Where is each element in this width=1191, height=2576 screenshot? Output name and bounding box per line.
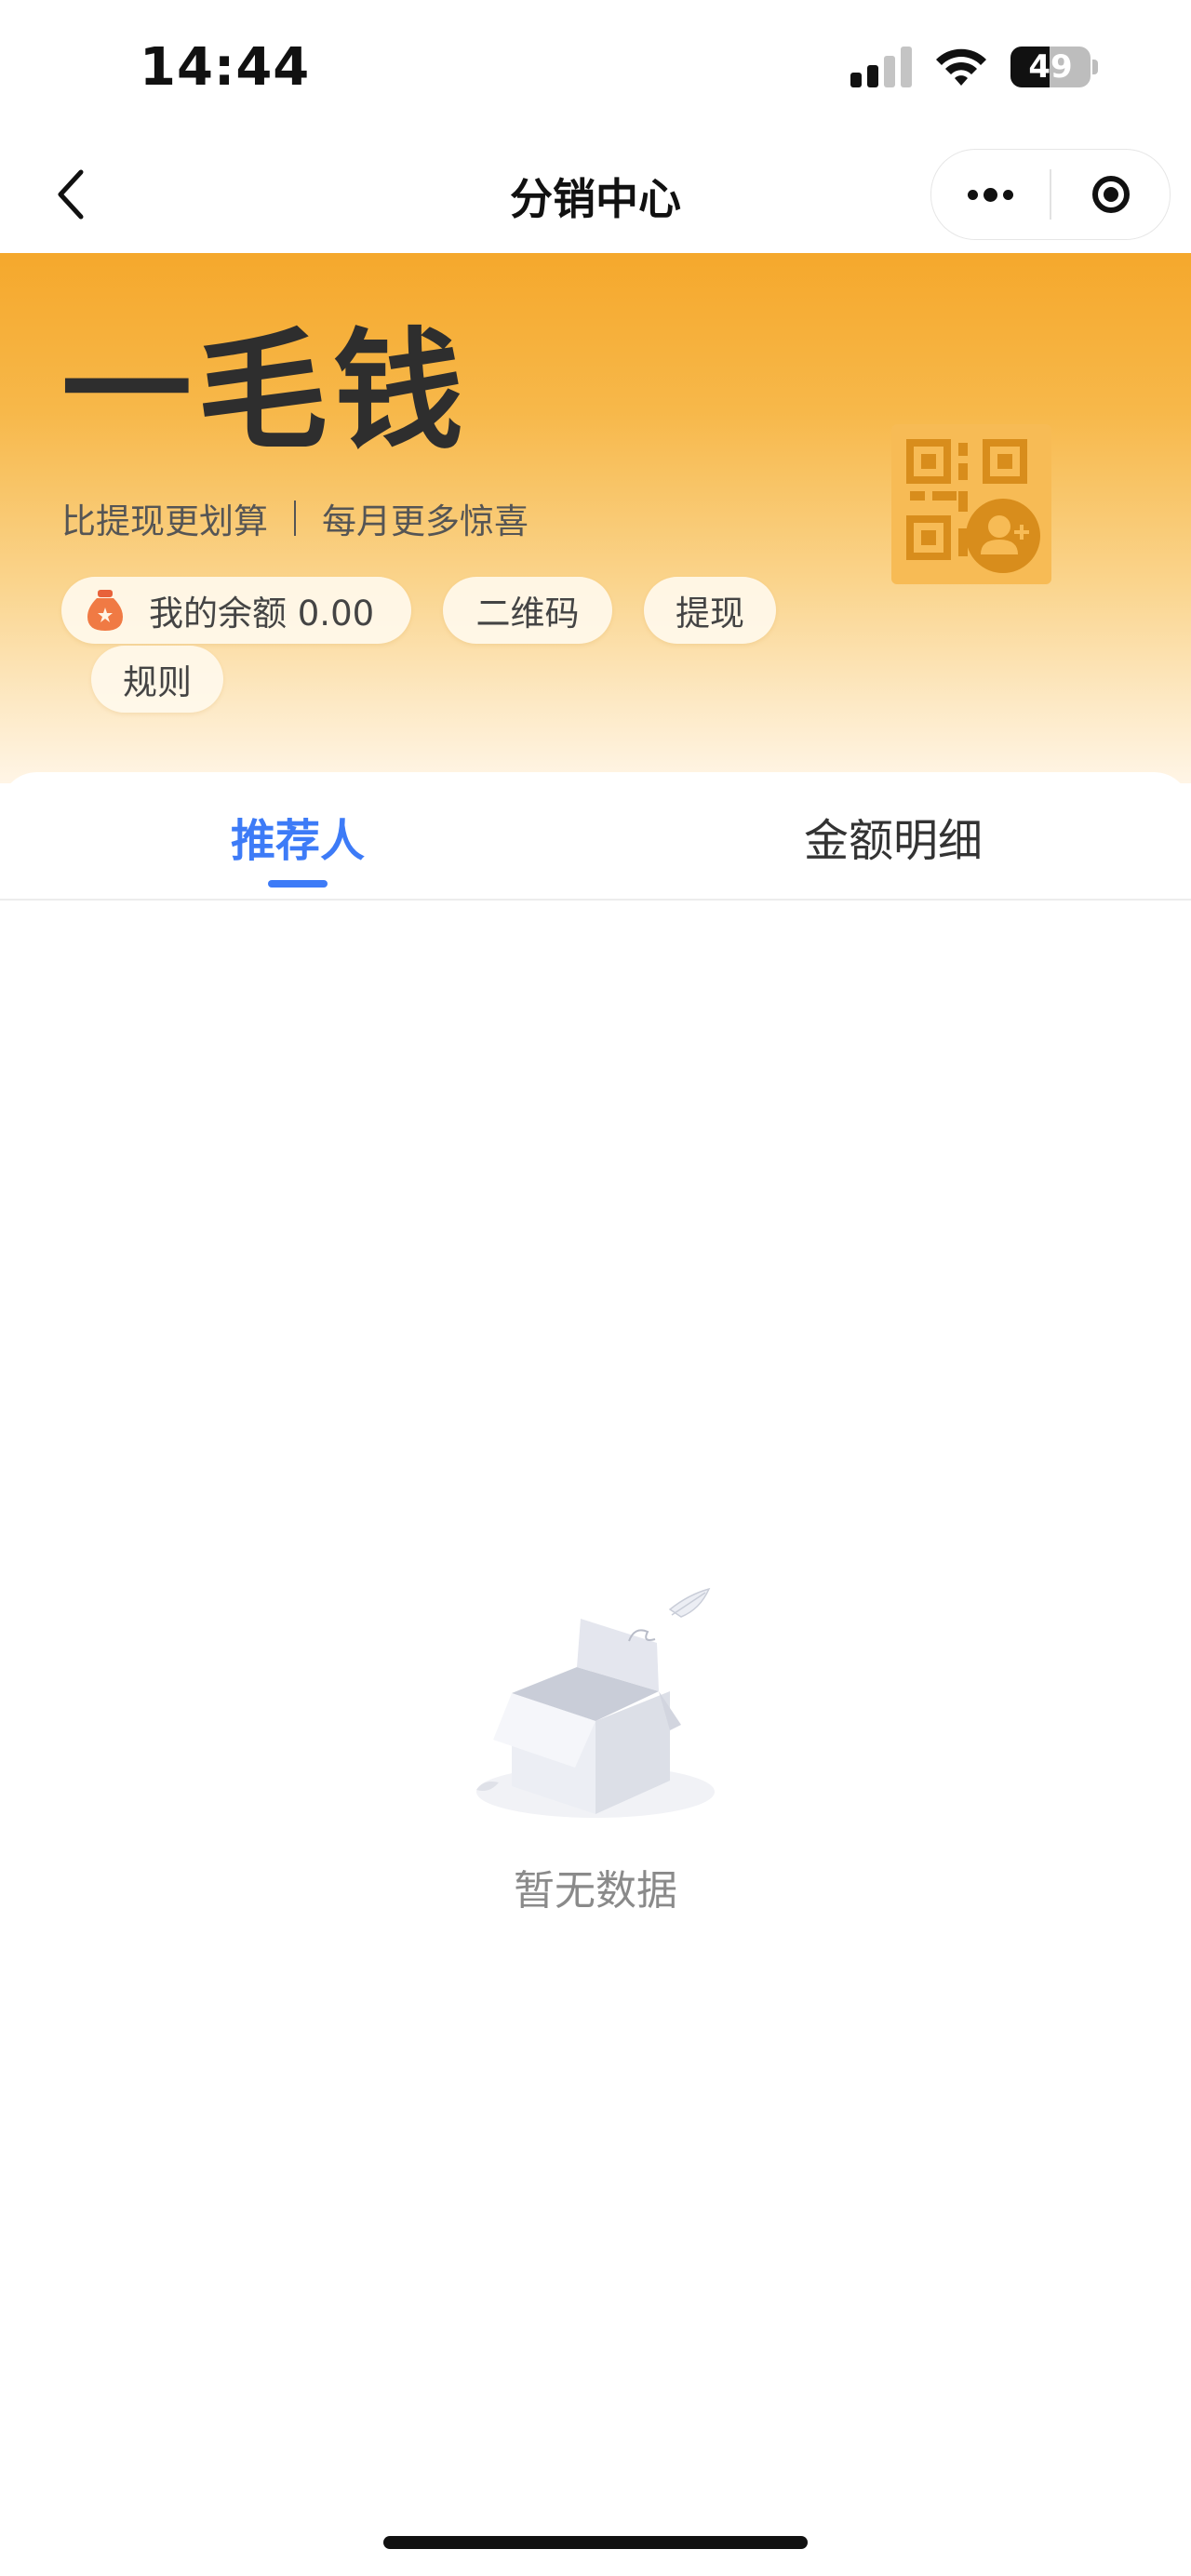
home-indicator — [383, 2536, 808, 2549]
tab-bar: 推荐人 金额明细 — [0, 772, 1191, 901]
tab-referrer[interactable]: 推荐人 — [0, 804, 596, 869]
empty-state-text: 暂无数据 — [514, 1867, 677, 1915]
empty-state: 暂无数据 — [0, 1582, 1191, 1916]
status-bar: 14:44 49 — [0, 0, 1191, 140]
tab-active-indicator — [268, 880, 328, 888]
nav-bar: 分销中心 — [0, 140, 1191, 253]
cellular-signal-icon — [850, 47, 912, 87]
target-circle-icon — [1091, 176, 1130, 213]
money-bag-icon — [87, 590, 123, 631]
battery-label: 49 — [1028, 48, 1073, 86]
more-dots-icon-center — [984, 187, 997, 202]
qr-code-add-user-icon — [906, 439, 1040, 573]
banner-subtitle-right: 每月更多惊喜 — [322, 501, 529, 541]
banner-title: 一毛钱 — [61, 316, 470, 468]
qr-code-card[interactable] — [891, 424, 1051, 584]
mini-program-capsule — [930, 149, 1171, 240]
banner-subtitle: 比提现更划算 每月更多惊喜 — [61, 493, 529, 543]
withdraw-button[interactable]: 提现 — [644, 577, 776, 644]
status-icons: 49 — [850, 47, 1098, 87]
rules-button[interactable]: 规则 — [91, 646, 223, 713]
empty-box-icon — [476, 1587, 715, 1818]
tab-amount-details[interactable]: 金额明细 — [596, 804, 1191, 869]
balance-chip[interactable]: 我的余额 0.00 — [61, 577, 411, 644]
close-mini-program-button[interactable] — [1051, 176, 1170, 213]
more-button[interactable] — [931, 187, 1050, 202]
battery-icon: 49 — [1010, 47, 1091, 87]
wifi-icon — [936, 48, 986, 86]
banner-subtitle-left: 比提现更划算 — [61, 501, 268, 541]
balance-label: 我的余额 0.00 — [149, 594, 375, 634]
qr-code-button[interactable]: 二维码 — [443, 577, 612, 644]
status-time: 14:44 — [140, 37, 311, 98]
hero-banner: 一毛钱 比提现更划算 每月更多惊喜 我的余额 0.00 二维码 提现 规则 — [0, 253, 1191, 783]
more-dots-icon-right — [1003, 189, 1013, 200]
subtitle-separator — [294, 501, 296, 536]
more-dots-icon — [968, 189, 978, 200]
battery-tip — [1092, 60, 1098, 74]
